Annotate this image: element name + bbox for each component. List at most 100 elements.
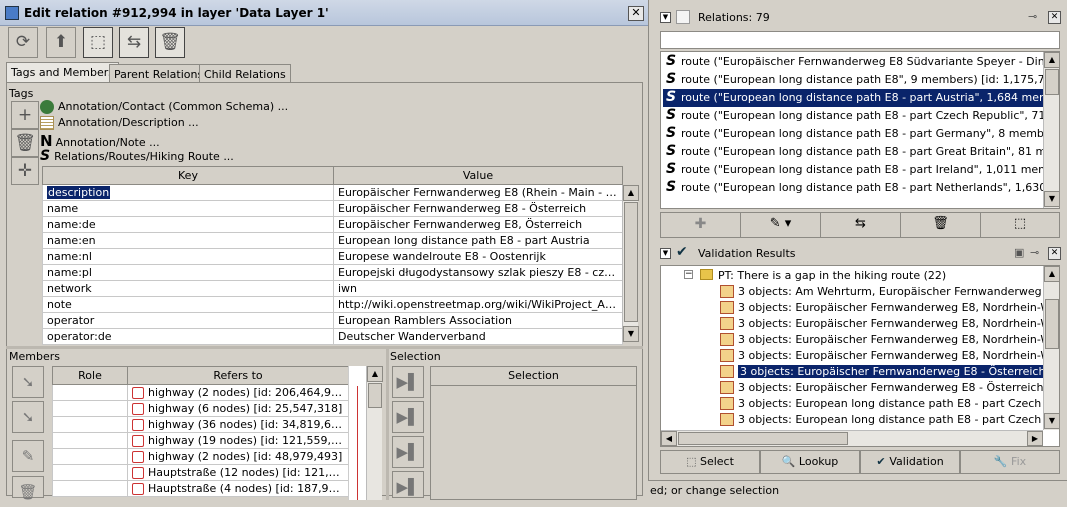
- detach-icon[interactable]: ⊸: [1030, 246, 1039, 259]
- tag-row[interactable]: note http://wiki.openstreetmap.org/wiki/W…: [42, 296, 623, 313]
- member-role[interactable]: [52, 432, 128, 449]
- tag-key[interactable]: note: [42, 296, 334, 313]
- select-members-button[interactable]: ⬚: [83, 27, 113, 58]
- validation-hscrollbar[interactable]: ◀ ▶: [661, 430, 1043, 446]
- relation-item[interactable]: Sroute ("European long distance path E8"…: [663, 71, 1048, 89]
- tag-row[interactable]: name Europäischer Fernwanderweg E8 - Öste…: [42, 200, 623, 217]
- member-row[interactable]: highway (36 nodes) [id: 34,819,699]: [52, 416, 349, 433]
- preset-note[interactable]: N Annotation/Note ...: [40, 132, 160, 150]
- remove-member-button[interactable]: 🗑: [12, 476, 44, 501]
- member-ref[interactable]: Hauptstraße (4 nodes) [id: 187,938,500]: [127, 480, 349, 497]
- tag-value[interactable]: Europese wandelroute E8 - Oostenrijk: [333, 248, 623, 265]
- member-role[interactable]: [52, 448, 128, 465]
- validation-item[interactable]: 3 objects: European long distance path E…: [718, 396, 1046, 412]
- tag-row[interactable]: name:pl Europejski długodystansowy szlak …: [42, 264, 623, 281]
- validation-item[interactable]: 3 objects: Europäischer Fernwanderweg E8…: [718, 300, 1046, 316]
- tag-key[interactable]: operator: [42, 312, 334, 329]
- fix-button[interactable]: 🔧 Fix: [960, 450, 1060, 474]
- tag-value[interactable]: http://wiki.openstreetmap.org/wiki/WikiP…: [333, 296, 623, 313]
- add-tag-button[interactable]: +: [11, 101, 39, 129]
- edit-member-button[interactable]: ✎: [12, 440, 44, 472]
- tag-value[interactable]: Europäischer Fernwanderweg E8 - Österrei…: [333, 200, 623, 217]
- member-ref[interactable]: highway (6 nodes) [id: 25,547,318]: [127, 400, 349, 417]
- zoom-to-button[interactable]: ⇆: [119, 27, 149, 58]
- validation-item-selected[interactable]: 3 objects: Europäischer Fernwanderweg E8…: [718, 364, 1046, 380]
- member-ref[interactable]: highway (19 nodes) [id: 121,559,866]: [127, 432, 349, 449]
- value-column-header[interactable]: Value: [333, 166, 623, 185]
- tag-key[interactable]: name:pl: [42, 264, 334, 281]
- delete-tag-button[interactable]: 🗑: [11, 129, 39, 157]
- preset-hiking-route[interactable]: S Relations/Routes/Hiking Route ...: [40, 148, 234, 164]
- tag-key[interactable]: network: [42, 280, 334, 297]
- scroll-right-icon[interactable]: ▶: [1027, 431, 1043, 446]
- tag-key[interactable]: operator:de: [42, 328, 334, 345]
- tag-value[interactable]: Deutscher Wanderverband: [333, 328, 623, 345]
- scrollbar-thumb[interactable]: [368, 383, 382, 408]
- delete-button[interactable]: 🗑: [155, 27, 185, 58]
- tag-table-scrollbar[interactable]: ▲ ▼: [622, 185, 639, 342]
- member-row[interactable]: Hauptstraße (4 nodes) [id: 187,938,500]: [52, 480, 349, 497]
- relation-item[interactable]: Sroute ("European long distance path E8 …: [663, 179, 1048, 197]
- lookup-button[interactable]: 🔍 Lookup: [760, 450, 860, 474]
- tag-key[interactable]: name:nl: [42, 248, 334, 265]
- role-column-header[interactable]: Role: [52, 366, 128, 385]
- close-panel-icon[interactable]: ✕: [1048, 11, 1061, 24]
- select-relation-button[interactable]: ⬚: [981, 213, 1059, 237]
- scroll-up-icon[interactable]: ▲: [1044, 52, 1060, 68]
- member-ref[interactable]: highway (2 nodes) [id: 48,979,493]: [127, 448, 349, 465]
- selection-column-header[interactable]: Selection: [431, 367, 636, 386]
- close-panel-icon[interactable]: ✕: [1048, 247, 1061, 260]
- members-scrollbar[interactable]: ▲: [366, 366, 383, 500]
- tag-value[interactable]: iwn: [333, 280, 623, 297]
- members-selection-splitter[interactable]: [386, 348, 389, 500]
- scroll-down-icon[interactable]: ▼: [1044, 413, 1060, 429]
- relation-item-selected[interactable]: Sroute ("European long distance path E8 …: [663, 89, 1048, 107]
- member-role[interactable]: [52, 400, 128, 417]
- member-role[interactable]: [52, 480, 128, 497]
- splitter[interactable]: [6, 346, 643, 349]
- paste-tags-button[interactable]: ✛: [11, 157, 39, 185]
- member-role[interactable]: [52, 464, 128, 481]
- tag-value[interactable]: European Ramblers Association: [333, 312, 623, 329]
- select-button[interactable]: ⬚ Select: [660, 450, 760, 474]
- scrollbar-thumb[interactable]: [1045, 299, 1059, 349]
- scroll-up-icon[interactable]: ▲: [623, 185, 639, 201]
- member-ref[interactable]: Hauptstraße (12 nodes) [id: 121,201,5...: [127, 464, 349, 481]
- relation-item[interactable]: Sroute ("European long distance path E8 …: [663, 125, 1048, 143]
- validation-item[interactable]: 3 objects: Europäischer Fernwanderweg E8…: [718, 380, 1046, 396]
- tag-value[interactable]: Europäischer Fernwanderweg E8 (Rhein - M…: [333, 184, 623, 201]
- scroll-up-icon[interactable]: ▲: [367, 366, 383, 382]
- member-row[interactable]: highway (6 nodes) [id: 25,547,318]: [52, 400, 349, 417]
- tab-tags-and-members[interactable]: Tags and Members: [6, 62, 120, 82]
- tag-row[interactable]: operator:de Deutscher Wanderverband: [42, 328, 623, 345]
- refresh-button[interactable]: ⟳: [8, 27, 38, 58]
- tag-key[interactable]: name:en: [42, 232, 334, 249]
- member-row[interactable]: highway (2 nodes) [id: 206,464,960]: [52, 384, 349, 401]
- relation-item[interactable]: Sroute ("European long distance path E8 …: [663, 143, 1048, 161]
- tree-collapse-icon[interactable]: −: [684, 270, 693, 279]
- preset-description[interactable]: Annotation/Description ...: [40, 116, 199, 132]
- add-selection-top-button[interactable]: ▶▌: [392, 366, 424, 398]
- member-row[interactable]: Hauptstraße (12 nodes) [id: 121,201,5...: [52, 464, 349, 481]
- detach-icon[interactable]: ⊸: [1028, 10, 1037, 23]
- selection-list[interactable]: Selection: [430, 366, 637, 500]
- tag-row[interactable]: name:nl Europese wandelroute E8 - Oostenr…: [42, 248, 623, 265]
- tab-child-relations[interactable]: Child Relations: [199, 64, 291, 83]
- tag-row[interactable]: network iwn: [42, 280, 623, 297]
- validation-scrollbar[interactable]: ▲ ▼: [1043, 266, 1060, 430]
- add-selection-before-button[interactable]: ▶▌: [392, 401, 424, 433]
- tag-value[interactable]: European long distance path E8 - part Au…: [333, 232, 623, 249]
- validation-item[interactable]: 3 objects: Europäischer Fernwanderweg E8…: [718, 332, 1046, 348]
- new-relation-button[interactable]: ✚: [661, 213, 741, 237]
- tag-value[interactable]: Europäischer Fernwanderweg E8, Österreic…: [333, 216, 623, 233]
- close-icon[interactable]: ✕: [628, 6, 644, 21]
- scroll-up-icon[interactable]: ▲: [1044, 266, 1060, 282]
- relations-scrollbar[interactable]: ▲ ▼: [1043, 52, 1060, 208]
- validation-item[interactable]: 3 objects: Am Wehrturm, Europäischer Fer…: [718, 284, 1046, 300]
- tag-key[interactable]: name: [42, 200, 334, 217]
- member-ref[interactable]: highway (2 nodes) [id: 206,464,960]: [127, 384, 349, 401]
- relation-item[interactable]: Sroute ("European long distance path E8 …: [663, 161, 1048, 179]
- scroll-down-icon[interactable]: ▼: [1044, 191, 1060, 207]
- tag-value[interactable]: Europejski długodystansowy szlak pieszy …: [333, 264, 623, 281]
- validation-group[interactable]: PT: There is a gap in the hiking route (…: [718, 269, 946, 282]
